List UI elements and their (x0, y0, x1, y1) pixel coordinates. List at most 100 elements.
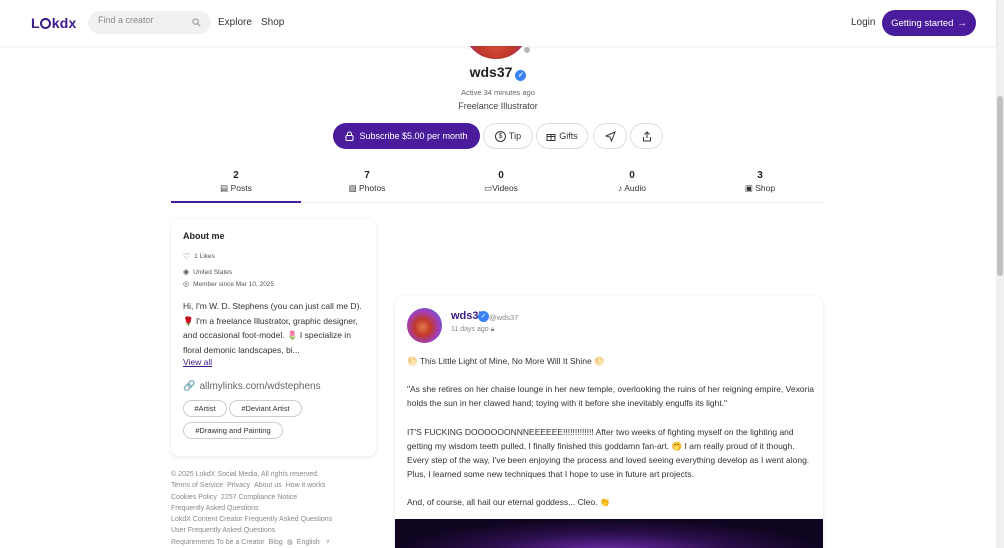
verified-icon: ✓ (515, 70, 527, 81)
getting-started-label: Getting started (891, 17, 954, 29)
arrow-right-icon: → (957, 17, 967, 29)
scrollbar-thumb[interactable] (997, 96, 1003, 276)
tab-posts-count: 2 (233, 170, 239, 181)
tab-shop-count: 3 (757, 170, 763, 181)
tag-deviant-artist[interactable]: #Deviant Artist (229, 400, 302, 417)
getting-started-button[interactable]: Getting started → (882, 10, 976, 36)
profile-username: wds37 ✓ (0, 64, 996, 81)
scrollbar[interactable] (996, 0, 1004, 548)
tab-photos[interactable]: 7 ▨ Photos (302, 170, 432, 194)
username-text: wds37 (469, 64, 513, 80)
tip-button[interactable]: $ Tip (483, 123, 533, 149)
search-box[interactable] (88, 11, 211, 34)
tab-videos-label: Videos (492, 183, 518, 193)
search-input[interactable] (98, 15, 188, 25)
external-link[interactable]: 🔗 allmylinks.com/wdstephens (183, 381, 321, 392)
subscribe-button[interactable]: Subscribe $5.00 per month (333, 123, 480, 149)
last-active: Active 34 minutes ago (461, 88, 535, 97)
footer-link-blog[interactable]: Blog (269, 539, 283, 546)
top-navbar: Lkdx Explore Shop Login Getting started … (0, 0, 996, 46)
tab-audio-label: Audio (624, 183, 646, 193)
status-dot (523, 46, 531, 54)
footer-link-privacy[interactable]: Privacy (227, 482, 250, 489)
likes-text: 1 Likes (194, 253, 215, 260)
share-icon (642, 130, 651, 141)
footer-link-cookies[interactable]: Cookies Policy (171, 494, 217, 501)
external-link-text: allmylinks.com/wdstephens (199, 381, 321, 392)
tab-posts[interactable]: 2 ▤ Posts (171, 170, 301, 203)
globe-icon: ◍ (286, 538, 293, 546)
tab-shop[interactable]: 3 ▣ Shop (695, 170, 825, 194)
profile-tagline: Freelance Illustrator (458, 101, 538, 111)
nav-explore[interactable]: Explore (218, 17, 252, 28)
post-time: 11 days ago 🔒︎ (451, 326, 494, 334)
post-paragraph: 🌕 This Little Light of Mine, No More Wil… (407, 356, 605, 366)
chevron-down-icon: ˅ (325, 538, 330, 546)
post-image[interactable] (395, 519, 823, 548)
microphone-icon: ♪ (618, 183, 623, 193)
copyright: © 2025 LokdX Social Media, All rights re… (171, 471, 319, 478)
likes-row: ♡ 1 Likes (183, 252, 215, 261)
tab-shop-label: Shop (755, 183, 776, 193)
gifts-label: Gifts (559, 131, 578, 141)
image-icon: ▨ (348, 183, 357, 193)
view-all-link[interactable]: View all (183, 357, 212, 367)
video-icon: ▭ (484, 183, 493, 193)
about-title: About me (183, 231, 225, 241)
tip-label: Tip (508, 131, 522, 141)
location-row: ◉ United States (183, 268, 233, 277)
heart-icon: ♡ (183, 252, 191, 261)
footer-link-requirements[interactable]: Requirements To be a Creator (171, 539, 265, 546)
tab-photos-label: Photos (358, 183, 386, 193)
login-link[interactable]: Login (851, 17, 875, 28)
post-avatar[interactable] (407, 308, 442, 343)
link-icon: 🔗 (183, 381, 196, 392)
tag-artist[interactable]: #Artist (183, 400, 227, 417)
footer-link-2257[interactable]: 2257 Compliance Notice (221, 494, 297, 501)
language-selector[interactable]: ◍ English ˅ (287, 539, 334, 546)
tab-photos-count: 7 (364, 170, 370, 181)
footer-link-terms[interactable]: Terms of Service (171, 482, 223, 489)
nav-shop[interactable]: Shop (261, 17, 284, 28)
footer-link-faq[interactable]: Frequently Asked Questions (171, 505, 259, 512)
post-handle: @wds37 (489, 313, 519, 322)
gift-icon (546, 134, 556, 141)
location-pin-icon: ◉ (183, 269, 190, 276)
send-message-button[interactable] (593, 123, 627, 149)
tag-drawing-painting[interactable]: #Drawing and Painting (183, 422, 283, 439)
post-paragraph: And, of course, all hail our eternal god… (407, 497, 611, 508)
member-since-row: ◎ Member since Mar 10, 2025 (183, 280, 275, 289)
dollar-icon: $ (494, 130, 506, 142)
footer-link-how-it-works[interactable]: How it works (286, 482, 326, 489)
document-icon: ▤ (220, 183, 229, 193)
location-text: United States (193, 268, 233, 276)
footer-link-creator-faq[interactable]: LokdX Content Creator Frequently Asked Q… (171, 516, 332, 523)
footer-link-user-faq[interactable]: User Frequently Asked Questions (171, 527, 275, 534)
tab-videos[interactable]: 0 ▭Videos (436, 170, 566, 194)
lock-icon: 🔒︎ (490, 326, 495, 333)
post-paragraph: "As she retires on her chaise lounge in … (407, 384, 814, 409)
about-card: About me ♡ 1 Likes ◉ United States ◎ Member… (171, 219, 376, 456)
post-card: wds37 ✓ @wds37 11 days ago 🔒︎ 🌕 This Lit… (395, 296, 823, 548)
shopping-bag-icon: ▣ (744, 183, 753, 193)
post-paragraph: IT'S FUCKING DOOOOOONNNEEEEEE!!!!!!!!!!!… (407, 426, 810, 480)
language-label: English (296, 538, 320, 546)
calendar-icon: ◎ (183, 281, 190, 288)
tab-audio-count: 0 (629, 170, 635, 181)
post-time-text: 11 days ago (451, 326, 489, 333)
footer-link-about[interactable]: About us (254, 482, 282, 489)
share-button[interactable] (630, 123, 663, 149)
search-icon[interactable] (192, 18, 201, 27)
about-description: Hi, I'm W. D. Stephens (you can just cal… (183, 301, 362, 355)
lock-icon (345, 131, 354, 141)
send-icon (604, 130, 616, 142)
post-body: 🌕 This Little Light of Mine, No More Wil… (407, 354, 815, 524)
post-verified-icon: ✓ (478, 311, 489, 322)
profile-tabs: 2 ▤ Posts 7 ▨ Photos 0 ▭Videos 0 ♪ Audio… (171, 170, 824, 203)
gifts-button[interactable]: Gifts (536, 123, 588, 149)
subscribe-label: Subscribe $5.00 per month (359, 131, 468, 141)
member-since-text: Member since Mar 10, 2025 (193, 280, 275, 288)
tab-videos-count: 0 (498, 170, 504, 181)
logo[interactable]: Lkdx (31, 15, 77, 31)
tab-audio[interactable]: 0 ♪ Audio (567, 170, 697, 193)
